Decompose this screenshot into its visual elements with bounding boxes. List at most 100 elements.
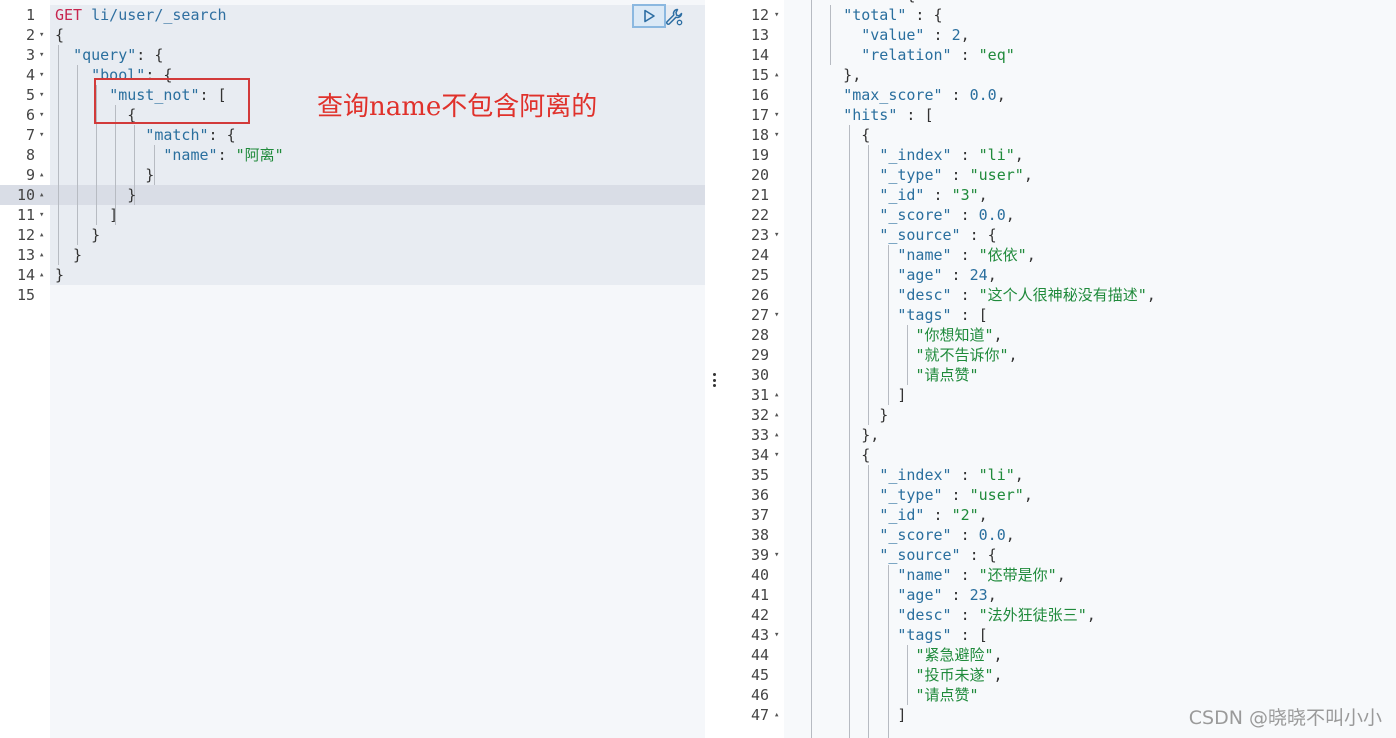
line-number: 26: [750, 286, 769, 304]
code-line: }: [55, 185, 705, 205]
code-token: "total": [843, 6, 907, 24]
code-token: "依依": [978, 246, 1027, 264]
code-line: },: [789, 65, 1396, 85]
code-line: {: [55, 25, 705, 45]
code-token: :: [951, 246, 979, 264]
fold-close-icon[interactable]: ▴: [774, 705, 779, 725]
code-line: "_id" : "2",: [789, 505, 1396, 525]
code-token: "_score": [879, 526, 952, 544]
code-line: ]: [55, 205, 705, 225]
code-line: "age" : 24,: [789, 265, 1396, 285]
fold-close-icon[interactable]: ▴: [39, 265, 44, 285]
fold-close-icon[interactable]: ▴: [39, 165, 44, 185]
code-token: "eq": [978, 46, 1015, 64]
code-token: "tags": [897, 306, 952, 324]
code-token: "_source": [879, 546, 961, 564]
code-token: ,: [1056, 566, 1066, 584]
code-line: "请点赞": [789, 365, 1396, 385]
request-editor-pane[interactable]: 1 2 ▾ 3 ▾ 4 ▾ 5 ▾ 6 ▾ 7 ▾ 8 9 ▴ 10 ▴ 11 ▾ 12 ▴ 13 ▴ 14 ▴ 15 GET li…: [0, 0, 705, 738]
code-token: "hits": [825, 0, 879, 4]
code-token: : {: [208, 126, 236, 144]
fold-open-icon[interactable]: ▾: [774, 5, 779, 25]
code-token: ]: [789, 386, 907, 404]
fold-close-icon[interactable]: ▴: [39, 185, 44, 205]
fold-open-icon[interactable]: ▾: [39, 125, 44, 145]
code-line: "match": {: [55, 125, 705, 145]
code-token: 23: [969, 586, 988, 604]
code-token: ,: [1023, 166, 1033, 184]
code-token: "_id": [879, 506, 925, 524]
line-number: 19: [750, 146, 769, 164]
fold-open-icon[interactable]: ▾: [774, 625, 779, 645]
pane-splitter[interactable]: [705, 0, 724, 738]
fold-open-icon[interactable]: ▾: [39, 105, 44, 125]
line-number: 8: [25, 146, 35, 164]
line-number: 42: [750, 606, 769, 624]
fold-open-icon[interactable]: ▾: [39, 45, 44, 65]
line-number: 29: [750, 346, 769, 364]
fold-close-icon[interactable]: ▴: [774, 425, 779, 445]
fold-open-icon[interactable]: ▾: [774, 105, 779, 125]
line-number: 22: [750, 206, 769, 224]
code-line: "name": "阿离": [55, 145, 705, 165]
response-viewer-pane[interactable]: 11▾12▾131415▴1617▾18▾1920212223▾24252627…: [724, 0, 1396, 738]
code-line: "_index" : "li",: [789, 145, 1396, 165]
code-token: :: [942, 586, 970, 604]
code-line: "relation" : "eq": [789, 45, 1396, 65]
fold-open-icon[interactable]: ▾: [774, 445, 779, 465]
fold-open-icon[interactable]: ▾: [774, 305, 779, 325]
code-token: "这个人很神秘没有描述": [978, 286, 1147, 304]
code-token: "name": [897, 566, 952, 584]
code-token: "紧急避险": [915, 646, 994, 664]
code-token: ,: [993, 646, 1003, 664]
fold-open-icon[interactable]: ▾: [774, 125, 779, 145]
code-token: {: [789, 126, 871, 144]
fold-close-icon[interactable]: ▴: [39, 225, 44, 245]
code-token: "请点赞": [915, 686, 979, 704]
fold-open-icon[interactable]: ▾: [39, 85, 44, 105]
fold-close-icon[interactable]: ▴: [774, 65, 779, 85]
code-line: }: [55, 165, 705, 185]
request-settings-button[interactable]: [663, 6, 685, 28]
code-token: "li": [978, 146, 1015, 164]
fold-close-icon[interactable]: ▴: [39, 245, 44, 265]
code-line: "tags" : [: [789, 305, 1396, 325]
line-number: 14: [16, 266, 35, 284]
line-number: 21: [750, 186, 769, 204]
fold-open-icon[interactable]: ▾: [774, 225, 779, 245]
code-line: "_type" : "user",: [789, 485, 1396, 505]
annotation-text: 查询name不包含阿离的: [317, 92, 598, 122]
code-token: : {: [136, 46, 164, 64]
code-line: "name" : "还带是你",: [789, 565, 1396, 585]
code-line: "desc" : "这个人很神秘没有描述",: [789, 285, 1396, 305]
code-token: :: [951, 466, 979, 484]
code-line: "name" : "依依",: [789, 245, 1396, 265]
fold-open-icon[interactable]: ▾: [39, 65, 44, 85]
fold-open-icon[interactable]: ▾: [39, 205, 44, 225]
code-token: "2": [951, 506, 979, 524]
fold-open-icon[interactable]: ▾: [39, 25, 44, 45]
fold-close-icon[interactable]: ▴: [774, 405, 779, 425]
code-token: "user": [969, 166, 1024, 184]
line-number: 44: [750, 646, 769, 664]
line-number: 16: [750, 86, 769, 104]
fold-open-icon[interactable]: ▾: [774, 545, 779, 565]
code-token: "age": [897, 266, 943, 284]
line-number: 33: [750, 426, 769, 444]
fold-close-icon[interactable]: ▴: [774, 385, 779, 405]
run-request-button[interactable]: [632, 4, 666, 28]
line-number: 39: [750, 546, 769, 564]
